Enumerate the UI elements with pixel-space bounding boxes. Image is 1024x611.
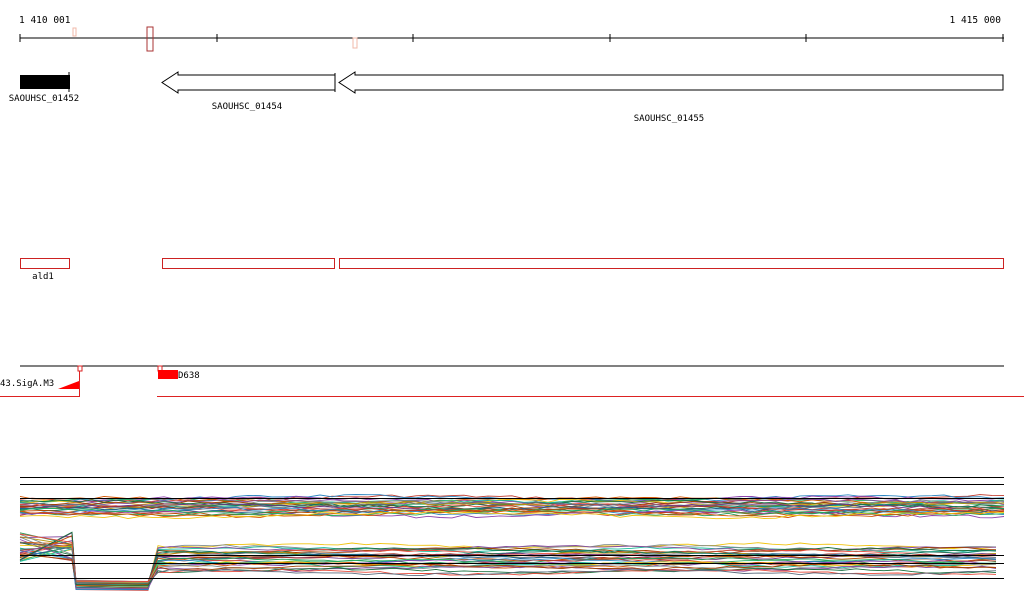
ruler-marker[interactable] — [72, 27, 77, 37]
annotation-track: ald1 — [20, 258, 1004, 282]
annotation-box[interactable] — [20, 258, 70, 269]
gene-label: SAOUHSC_01452 — [9, 94, 79, 104]
ruler-marker[interactable] — [352, 37, 358, 49]
promoter-triangle[interactable] — [58, 381, 79, 389]
annotation-box[interactable] — [339, 258, 1004, 269]
coordinate-ruler: 1 410 001 1 415 000 — [19, 15, 1004, 52]
feature-label: 43.SigA.M3 — [0, 379, 54, 389]
feature-track: 43.SigA.M3 D638 — [0, 365, 1024, 397]
gene-arrow[interactable] — [338, 71, 1004, 94]
feature-cap — [77, 365, 83, 372]
gene-arrow[interactable] — [161, 71, 336, 94]
annotation-box[interactable] — [162, 258, 335, 269]
expression-track — [19, 477, 1005, 591]
gene-block[interactable] — [20, 75, 70, 89]
feature-label: D638 — [178, 371, 200, 381]
ruler-end-label: 1 415 000 — [950, 15, 1002, 26]
gene-track: SAOUHSC_01452 SAOUHSC_01454 SAOUHSC_0145… — [9, 71, 1004, 124]
ruler-start-label: 1 410 001 — [19, 15, 71, 26]
gene-label: SAOUHSC_01454 — [212, 102, 282, 112]
genome-browser-view: 1 410 001 1 415 000 SAOUHSC_01452 SAOUHS… — [0, 15, 1024, 591]
gene-label: SAOUHSC_01455 — [634, 114, 704, 124]
ruler-selection-window[interactable] — [146, 26, 154, 52]
expression-profile-lines — [19, 494, 1005, 591]
annotation-label: ald1 — [32, 272, 54, 282]
feature-block[interactable] — [158, 370, 178, 379]
